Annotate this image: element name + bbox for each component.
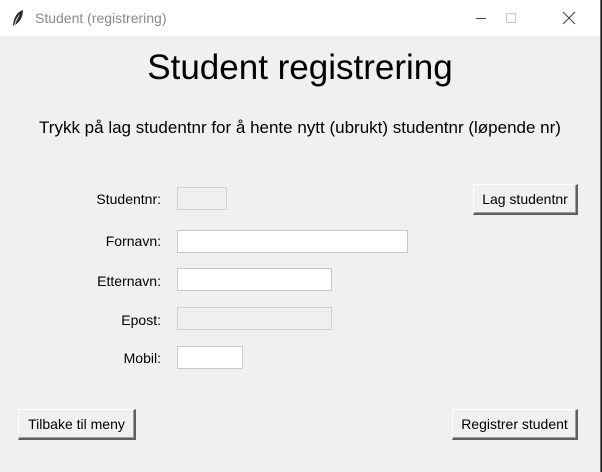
etternavn-field[interactable] [177,268,332,291]
maximize-button[interactable] [488,0,534,36]
maximize-icon [506,13,516,23]
minimize-icon [476,18,486,19]
lag-studentnr-button[interactable]: Lag studentnr [473,184,578,215]
app-window: Student (registrering) Student registrer… [0,0,601,472]
mobil-field[interactable] [177,346,243,369]
fornavn-label: Fornavn: [105,233,161,249]
window-title: Student (registrering) [35,10,167,26]
page-title: Student registrering [147,48,453,87]
title-bar[interactable]: Student (registrering) [0,0,600,36]
close-button[interactable] [546,0,592,36]
studentnr-label: Studentnr: [96,191,161,207]
fornavn-field[interactable] [177,230,408,253]
tilbake-til-meny-button[interactable]: Tilbake til meny [18,409,136,440]
etternavn-label: Etternavn: [97,273,161,289]
instruction-text: Trykk på lag studentnr for å hente nytt … [39,118,561,137]
epost-label: Epost: [121,312,161,328]
studentnr-field[interactable] [177,187,227,210]
close-icon [562,11,576,25]
mobil-label: Mobil: [123,350,161,366]
epost-field[interactable] [177,307,332,330]
registrer-student-button[interactable]: Registrer student [452,409,578,440]
feather-icon [13,10,23,26]
